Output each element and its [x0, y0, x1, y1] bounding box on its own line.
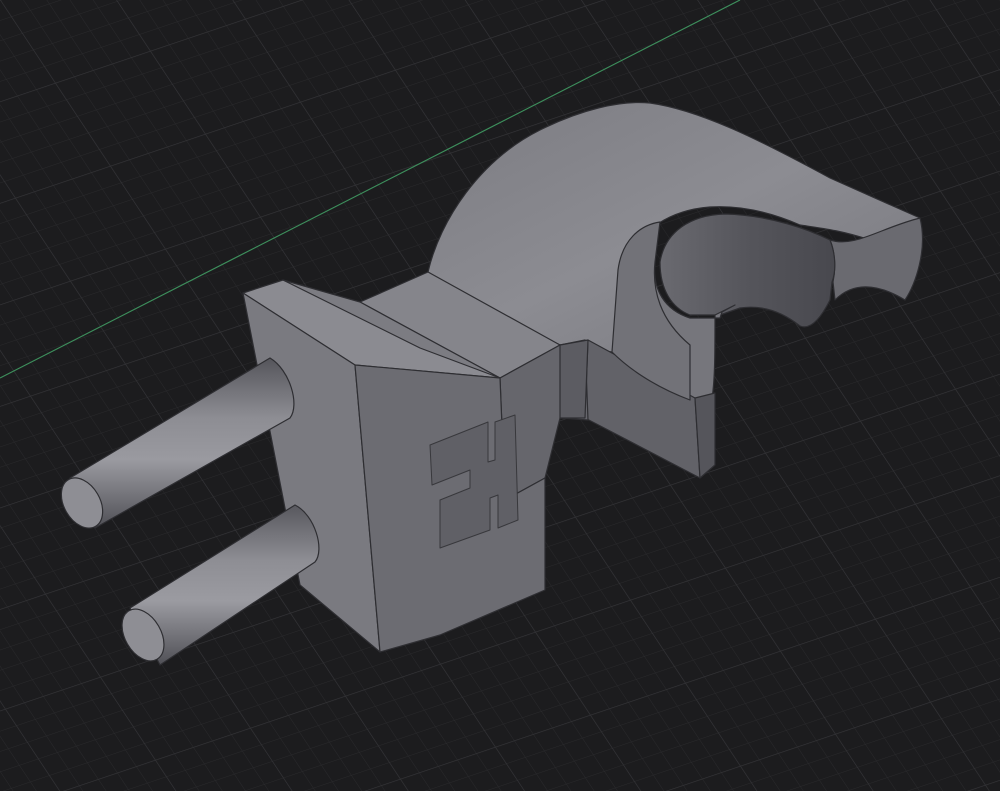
- neck-side-face: [559, 339, 589, 419]
- viewport-canvas[interactable]: [0, 0, 1000, 791]
- 3d-viewport[interactable]: [0, 0, 1000, 791]
